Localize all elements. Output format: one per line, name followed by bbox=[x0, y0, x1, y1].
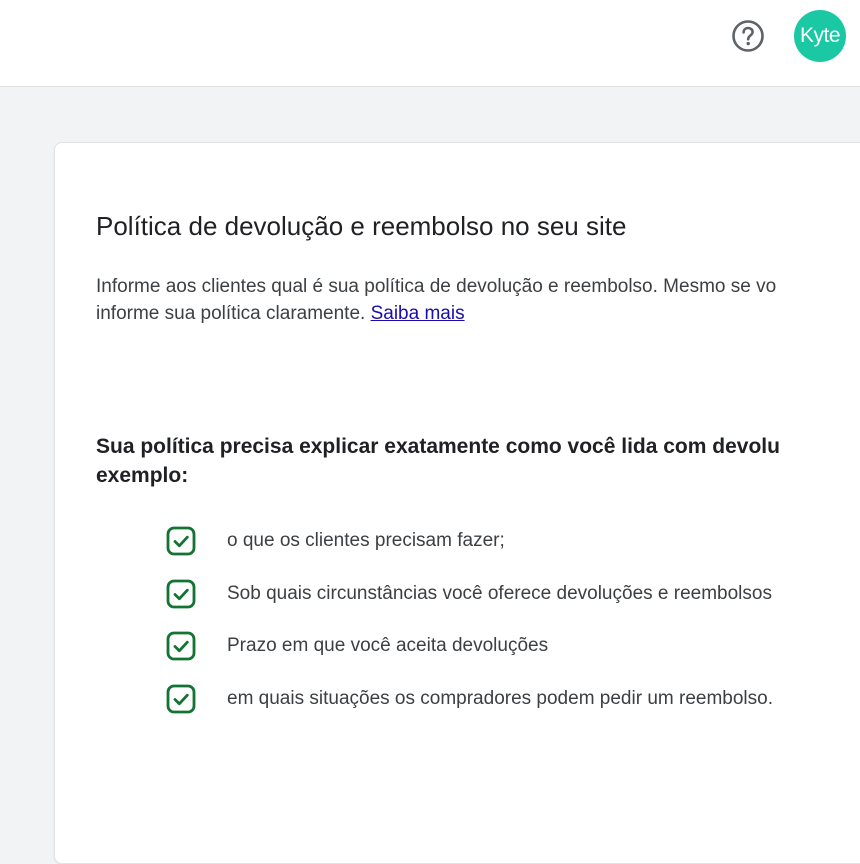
checklist-item-text: em quais situações os compradores podem … bbox=[227, 687, 773, 709]
checkbox-checked-icon bbox=[165, 578, 197, 610]
checklist-item: Prazo em que você aceita devoluções bbox=[165, 620, 773, 673]
checklist-item-text: Sob quais circunstâncias você oferece de… bbox=[227, 582, 772, 604]
return-policy-card: Política de devolução e reembolso no seu… bbox=[54, 142, 860, 864]
account-avatar[interactable]: Kyte bbox=[794, 10, 846, 62]
checkbox-checked-icon bbox=[165, 525, 197, 557]
checklist-item-text: o que os clientes precisam fazer; bbox=[227, 530, 505, 552]
requirements-checklist: o que os clientes precisam fazer; Sob qu… bbox=[165, 515, 773, 725]
checkbox-checked-icon bbox=[165, 683, 197, 715]
description-line-2-wrapper: informe sua política claramente. Saiba m… bbox=[96, 300, 860, 327]
checklist-item-text: Prazo em que você aceita devoluções bbox=[227, 635, 549, 657]
checklist-item: o que os clientes precisam fazer; bbox=[165, 515, 773, 568]
avatar-label: Kyte bbox=[799, 24, 841, 47]
top-app-bar: Kyte bbox=[0, 0, 860, 87]
learn-more-link[interactable]: Saiba mais bbox=[371, 303, 465, 324]
section-heading-line-2: exemplo: bbox=[96, 464, 189, 487]
help-circle-icon bbox=[732, 20, 764, 52]
section-heading: Sua política precisa explicar exatamente… bbox=[96, 432, 860, 490]
help-button[interactable] bbox=[730, 18, 766, 54]
card-title: Política de devolução e reembolso no seu… bbox=[96, 211, 627, 241]
card-description: Informe aos clientes qual é sua política… bbox=[96, 273, 860, 327]
description-line-2: informe sua política claramente. bbox=[96, 303, 371, 324]
checklist-item: em quais situações os compradores podem … bbox=[165, 673, 773, 726]
description-line-1: Informe aos clientes qual é sua política… bbox=[96, 276, 777, 297]
section-heading-line-1: Sua política precisa explicar exatamente… bbox=[96, 435, 780, 458]
checklist-item: Sob quais circunstâncias você oferece de… bbox=[165, 568, 773, 621]
checkbox-checked-icon bbox=[165, 630, 197, 662]
